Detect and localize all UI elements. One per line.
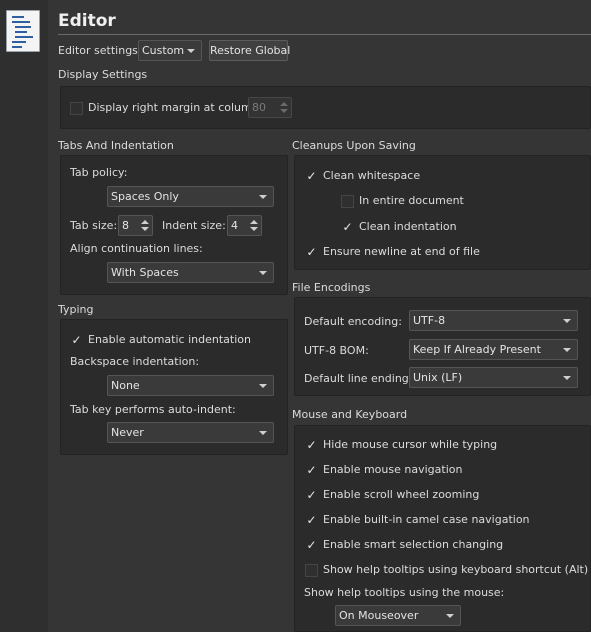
checkbox-unchecked-icon	[305, 563, 318, 577]
checkmark-icon: ✓	[306, 487, 317, 502]
category-sidebar	[0, 0, 48, 632]
ensure-newline-label: Ensure newline at end of file	[323, 245, 480, 258]
spin-up-icon[interactable]	[250, 220, 258, 224]
spin-up-icon[interactable]	[141, 220, 149, 224]
default-encoding-value: UTF-8	[413, 314, 446, 327]
indent-size-value: 4	[231, 219, 238, 232]
page-title: Editor	[58, 11, 116, 31]
clean-whitespace-label: Clean whitespace	[323, 169, 421, 182]
scroll-zoom-label: Enable scroll wheel zooming	[323, 488, 480, 501]
chevron-down-icon	[563, 348, 571, 352]
mouse-keyboard-heading: Mouse and Keyboard	[292, 408, 408, 421]
right-margin-value: 80	[252, 101, 266, 114]
checkmark-icon: ✓	[342, 219, 353, 234]
help-mouse-value: On Mouseover	[339, 609, 419, 622]
right-margin-label: Display right margin at column:	[88, 101, 263, 114]
help-keyboard-checkbox[interactable]: Show help tooltips using keyboard shortc…	[305, 561, 588, 579]
tab-size-label: Tab size:	[70, 219, 118, 232]
checkmark-icon: ✓	[306, 168, 317, 183]
clean-whitespace-checkbox[interactable]: ✓ Clean whitespace	[305, 167, 420, 185]
mouse-navigation-label: Enable mouse navigation	[323, 463, 463, 476]
chevron-down-icon	[259, 195, 267, 199]
tab-size-value: 8	[122, 219, 129, 232]
checkbox-unchecked-icon	[70, 101, 83, 115]
tabs-indentation-heading: Tabs And Indentation	[58, 139, 174, 152]
backspace-indentation-select[interactable]: None	[107, 375, 274, 396]
line-endings-label: Default line endings:	[304, 372, 419, 385]
checkmark-icon: ✓	[306, 537, 317, 552]
utf8-bom-value: Keep If Already Present	[413, 343, 541, 356]
entire-document-label: In entire document	[359, 194, 464, 207]
tab-policy-select[interactable]: Spaces Only	[107, 186, 274, 207]
tab-policy-label: Tab policy:	[70, 166, 128, 179]
spin-down-icon[interactable]	[141, 227, 149, 231]
restore-global-button[interactable]: Restore Global	[209, 40, 290, 61]
chevron-down-icon	[563, 319, 571, 323]
help-keyboard-label: Show help tooltips using keyboard shortc…	[323, 563, 589, 576]
utf8-bom-label: UTF-8 BOM:	[304, 344, 369, 357]
chevron-down-icon	[259, 384, 267, 388]
align-continuation-label: Align continuation lines:	[70, 242, 203, 255]
checkbox-unchecked-icon	[341, 194, 354, 208]
hide-cursor-checkbox[interactable]: ✓ Hide mouse cursor while typing	[305, 436, 497, 454]
tab-key-label: Tab key performs auto-indent:	[70, 403, 236, 416]
checkmark-icon: ✓	[306, 437, 317, 452]
checkmark-icon: ✓	[306, 244, 317, 259]
cleanups-heading: Cleanups Upon Saving	[292, 139, 416, 152]
utf8-bom-select[interactable]: Keep If Already Present	[409, 339, 578, 360]
auto-indent-checkbox[interactable]: ✓ Enable automatic indentation	[70, 331, 251, 349]
spin-down-icon[interactable]	[280, 109, 288, 113]
hide-cursor-label: Hide mouse cursor while typing	[323, 438, 498, 451]
indent-size-spinbox[interactable]: 4	[227, 215, 262, 236]
editor-settings-label: Editor settings:	[58, 44, 142, 57]
right-margin-checkbox[interactable]: Display right margin at column:	[70, 99, 262, 117]
ensure-newline-checkbox[interactable]: ✓ Ensure newline at end of file	[305, 243, 480, 261]
help-mouse-select[interactable]: On Mouseover	[335, 605, 461, 626]
chevron-down-icon	[446, 614, 454, 618]
entire-document-checkbox[interactable]: In entire document	[341, 192, 464, 210]
display-settings-heading: Display Settings	[58, 68, 148, 81]
chevron-down-icon	[259, 271, 267, 275]
chevron-down-icon	[259, 431, 267, 435]
camel-case-label: Enable built-in camel case navigation	[323, 513, 530, 526]
editor-category-icon[interactable]	[6, 10, 40, 52]
clean-indentation-checkbox[interactable]: ✓ Clean indentation	[341, 218, 457, 236]
help-mouse-label: Show help tooltips using the mouse:	[304, 586, 505, 599]
tab-key-select[interactable]: Never	[107, 422, 274, 443]
align-continuation-value: With Spaces	[111, 266, 179, 279]
typing-heading: Typing	[58, 303, 94, 316]
mouse-navigation-checkbox[interactable]: ✓ Enable mouse navigation	[305, 461, 462, 479]
clean-indentation-label: Clean indentation	[359, 220, 457, 233]
tab-key-value: Never	[111, 426, 144, 439]
checkmark-icon: ✓	[71, 332, 82, 347]
backspace-indentation-value: None	[111, 379, 140, 392]
editor-settings-select[interactable]: Custom	[138, 40, 202, 61]
spin-up-icon[interactable]	[280, 102, 288, 106]
camel-case-checkbox[interactable]: ✓ Enable built-in camel case navigation	[305, 511, 530, 529]
line-endings-value: Unix (LF)	[413, 371, 463, 384]
backspace-indentation-label: Backspace indentation:	[70, 355, 200, 368]
file-encodings-heading: File Encodings	[292, 281, 371, 294]
smart-selection-checkbox[interactable]: ✓ Enable smart selection changing	[305, 536, 503, 554]
auto-indent-label: Enable automatic indentation	[88, 333, 251, 346]
spin-down-icon[interactable]	[250, 227, 258, 231]
default-encoding-select[interactable]: UTF-8	[409, 310, 578, 331]
right-margin-spinbox[interactable]: 80	[248, 97, 292, 118]
default-encoding-label: Default encoding:	[304, 315, 402, 328]
align-continuation-select[interactable]: With Spaces	[107, 262, 274, 283]
smart-selection-label: Enable smart selection changing	[323, 538, 504, 551]
chevron-down-icon	[563, 376, 571, 380]
tab-size-spinbox[interactable]: 8	[118, 215, 153, 236]
checkmark-icon: ✓	[306, 512, 317, 527]
title-divider	[58, 34, 591, 35]
line-endings-select[interactable]: Unix (LF)	[409, 367, 578, 388]
indent-size-label: Indent size:	[162, 219, 226, 232]
editor-settings-value: Custom	[142, 44, 185, 57]
tab-policy-value: Spaces Only	[111, 190, 179, 203]
scroll-zoom-checkbox[interactable]: ✓ Enable scroll wheel zooming	[305, 486, 479, 504]
checkmark-icon: ✓	[306, 462, 317, 477]
chevron-down-icon	[187, 49, 195, 53]
